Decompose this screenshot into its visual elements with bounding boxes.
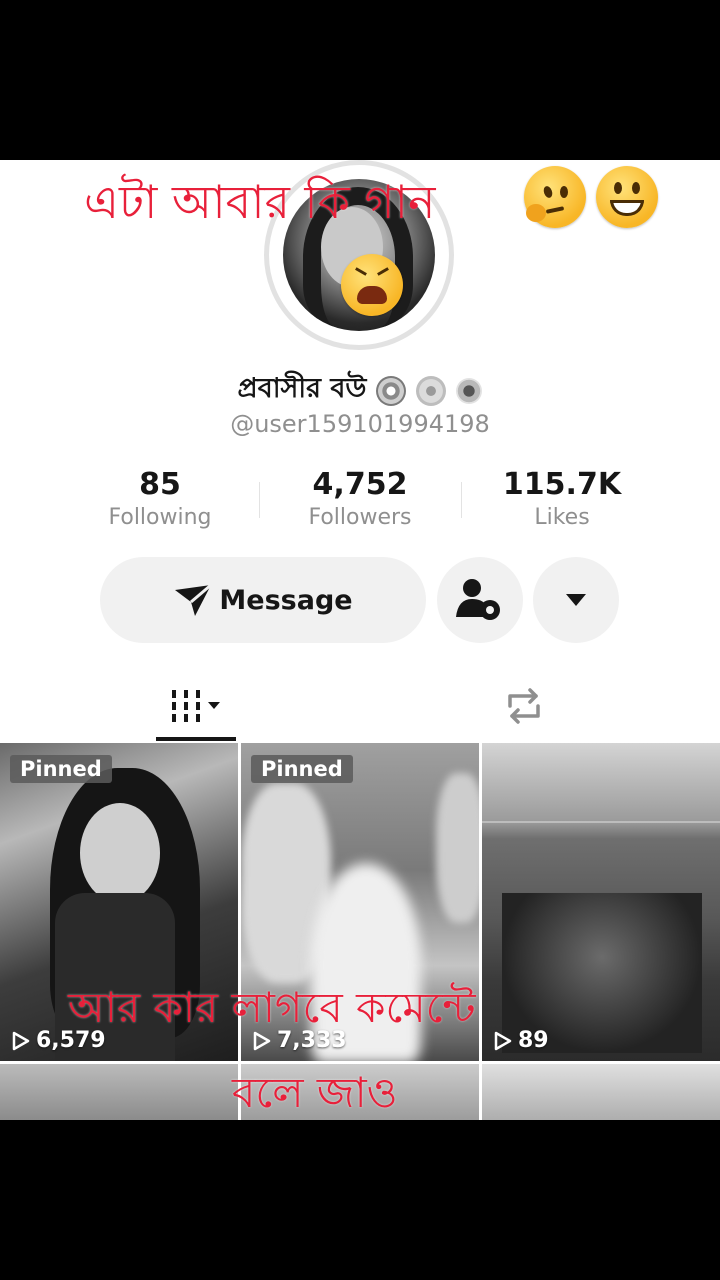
top-caption: এটা আবার কি গান (84, 175, 436, 229)
flower-icon (376, 375, 407, 406)
stat-following[interactable]: 85 Following (60, 467, 260, 533)
view-count-value: 89 (518, 1028, 549, 1053)
flower-icon (416, 375, 447, 406)
message-button[interactable]: Message (100, 557, 426, 643)
play-icon (12, 1031, 30, 1050)
likes-label: Likes (534, 505, 590, 530)
active-tab-indicator (156, 737, 236, 741)
video-tile[interactable] (0, 1064, 238, 1120)
video-tile[interactable] (482, 1064, 720, 1120)
content-tabs (0, 670, 720, 742)
stat-followers[interactable]: 4,752 Followers (260, 467, 460, 533)
following-count: 85 (139, 467, 181, 502)
person-gear-icon (456, 579, 500, 620)
more-options-button[interactable] (533, 557, 619, 643)
pinned-badge: Pinned (10, 755, 112, 783)
stat-divider (259, 482, 260, 518)
caret-down-icon (566, 594, 586, 606)
bottom-caption-line1: আর কার লাগবে কমেন্টে (68, 983, 476, 1032)
grinning-emoji-icon (596, 166, 658, 228)
friend-settings-button[interactable] (437, 557, 523, 643)
view-count: 89 (494, 1028, 549, 1053)
sunflower-icon (456, 377, 483, 404)
repost-icon (508, 688, 540, 724)
tired-face-emoji-icon (341, 254, 403, 316)
display-name: প্রবাসীর বউ (237, 373, 367, 404)
profile-screen: এটা আবার কি গান প্রবাসীর বউ @user1591019… (0, 160, 720, 1120)
following-label: Following (108, 505, 212, 530)
tab-videos[interactable] (156, 670, 236, 742)
video-tile[interactable]: 89 (482, 743, 720, 1061)
pinned-badge: Pinned (251, 755, 353, 783)
followers-count: 4,752 (312, 467, 408, 502)
stat-likes[interactable]: 115.7K Likes (462, 467, 662, 533)
bottom-caption-line2: বলে জাও (232, 1068, 398, 1117)
profile-stats: 85 Following 4,752 Followers 115.7K Like… (0, 467, 720, 537)
play-icon (494, 1031, 512, 1050)
username-handle[interactable]: @user15910199419​8 (0, 410, 720, 438)
name-row: প্রবাসীর বউ (0, 368, 720, 413)
thinking-emoji-icon (524, 166, 586, 228)
tab-reposts[interactable] (484, 670, 564, 742)
likes-count: 115.7K (502, 467, 622, 502)
followers-label: Followers (308, 505, 412, 530)
stat-divider (461, 482, 462, 518)
message-label: Message (219, 584, 353, 616)
send-icon (175, 583, 213, 616)
videos-grid-icon (172, 690, 220, 722)
